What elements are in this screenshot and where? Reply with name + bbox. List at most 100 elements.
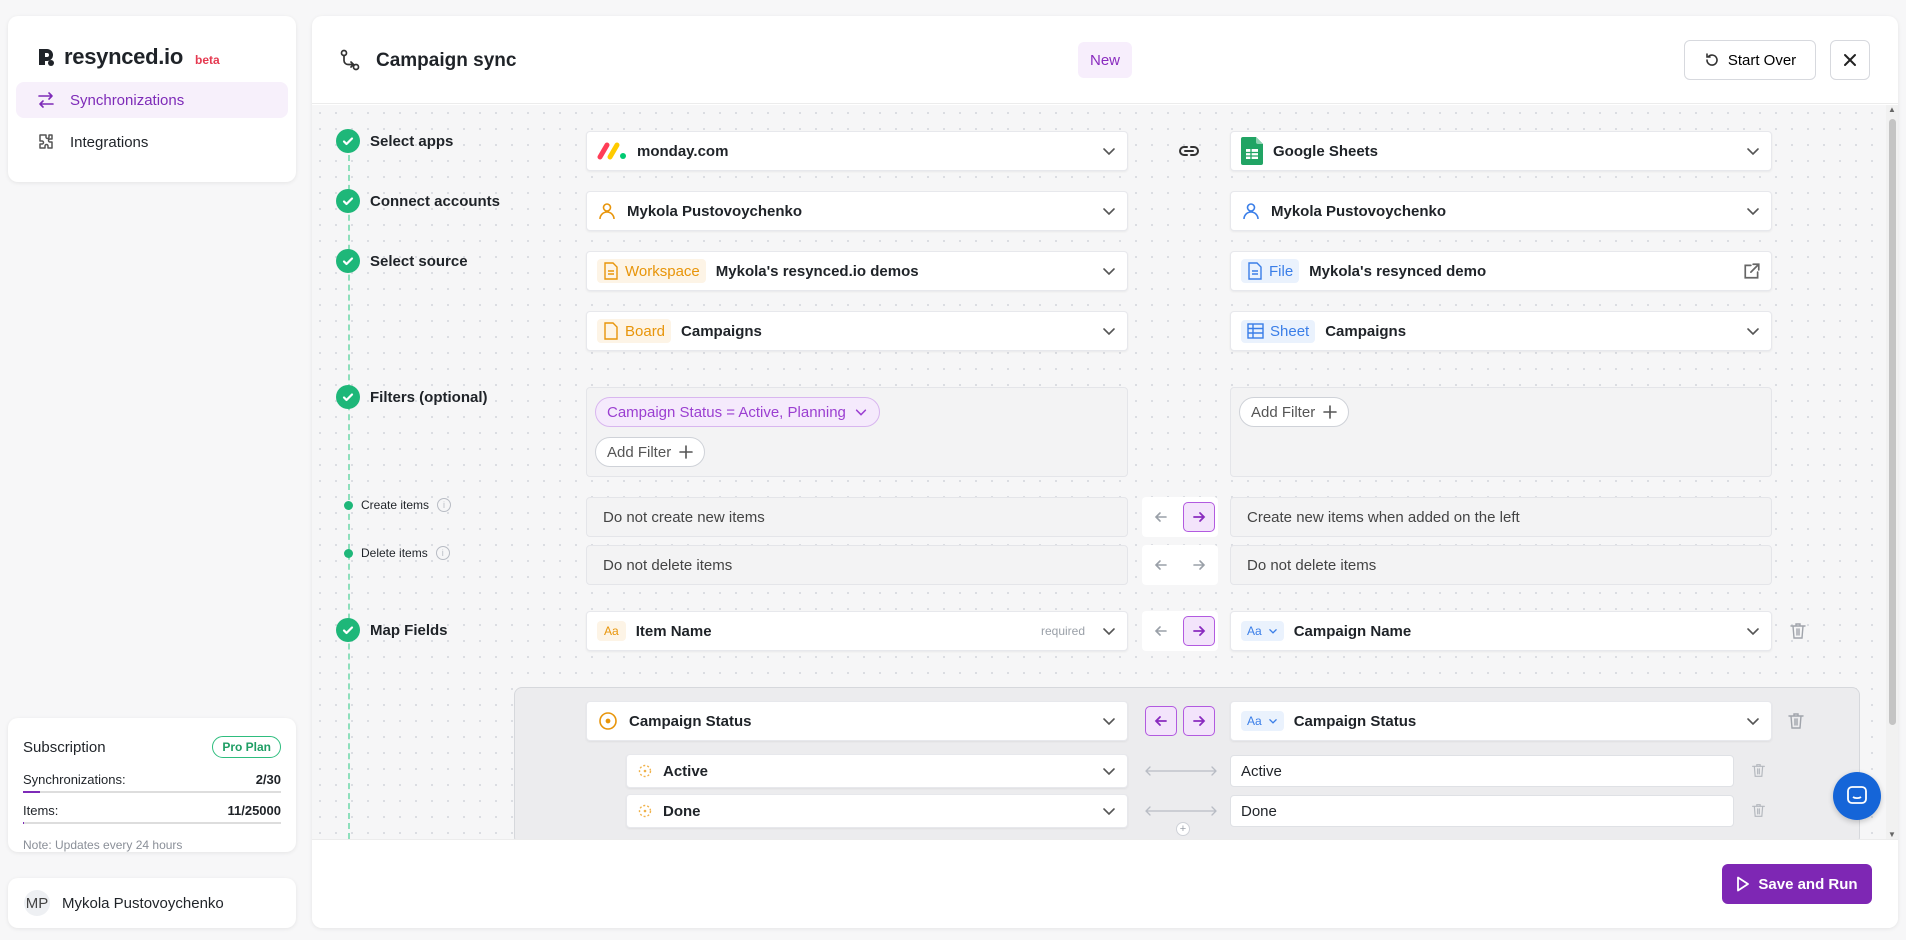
right-file-name: Mykola's resynced demo: [1309, 262, 1487, 280]
status-option-icon: [638, 804, 652, 818]
logo[interactable]: resynced.io beta: [16, 44, 288, 70]
user-icon: [599, 203, 615, 220]
field-type-dropdown[interactable]: Aa: [1241, 711, 1284, 731]
right-field-select[interactable]: Aa Campaign Name: [1230, 611, 1772, 651]
left-value-select[interactable]: Done: [626, 794, 1128, 828]
plan-badge[interactable]: Pro Plan: [212, 736, 281, 758]
arrow-right-button[interactable]: [1183, 616, 1215, 646]
chevron-down-icon: [1103, 208, 1115, 216]
step-label: Filters (optional): [370, 388, 488, 406]
right-value-input[interactable]: Done: [1230, 795, 1734, 827]
right-create-items-option[interactable]: Create new items when added on the left: [1230, 497, 1772, 537]
trash-icon[interactable]: [1751, 763, 1766, 778]
sheet-tag: Sheet: [1241, 319, 1316, 343]
add-filter-label: Add Filter: [607, 443, 672, 461]
text-type-icon: Aa: [597, 621, 626, 641]
left-create-items-option[interactable]: Do not create new items: [586, 497, 1128, 537]
arrow-right-icon: [1193, 626, 1206, 636]
table-icon: [1247, 323, 1264, 339]
right-account-select[interactable]: Mykola Pustovoychenko: [1230, 191, 1772, 231]
brand-name: resynced.io: [64, 44, 183, 69]
status-badge: New: [1078, 42, 1133, 78]
chat-widget-button[interactable]: [1833, 772, 1881, 820]
left-account-select[interactable]: Mykola Pustovoychenko: [586, 191, 1128, 231]
right-sheet-select[interactable]: Sheet Campaigns: [1230, 311, 1772, 351]
trash-icon[interactable]: [1787, 712, 1805, 730]
chevron-down-icon: [1747, 718, 1759, 726]
external-link-icon[interactable]: [1743, 262, 1761, 280]
arrow-left-button[interactable]: [1145, 502, 1177, 532]
info-icon[interactable]: i: [437, 498, 452, 512]
chevron-down-icon: [1103, 328, 1115, 336]
sidebar-nav: resynced.io beta Synchronizations Integr…: [8, 16, 296, 182]
right-app-select[interactable]: Google Sheets: [1230, 131, 1772, 171]
chevron-down-icon: [1103, 628, 1115, 636]
arrow-left-button[interactable]: [1145, 706, 1177, 736]
scroll-down-arrow[interactable]: ▼: [1888, 830, 1896, 839]
right-file-select[interactable]: File Mykola's resynced demo: [1230, 251, 1772, 291]
step-map-fields: Map Fields: [336, 618, 448, 642]
items-usage-value: 11/25000: [227, 803, 281, 818]
git-compare-icon: [340, 49, 360, 71]
close-button[interactable]: [1830, 40, 1870, 80]
scrollbar-thumb[interactable]: [1889, 119, 1896, 725]
board-tag-label: Board: [625, 322, 666, 340]
right-value-input[interactable]: Active: [1230, 755, 1734, 787]
arrow-left-button[interactable]: [1145, 550, 1177, 580]
status-option-icon: [638, 764, 652, 778]
add-mapping-button[interactable]: +: [1176, 822, 1190, 836]
subscription-card: Subscription Pro Plan Synchronizations: …: [8, 718, 296, 852]
page-footer: Save and Run: [312, 839, 1898, 928]
beta-badge: beta: [194, 53, 220, 67]
left-status-field-select[interactable]: Campaign Status: [586, 701, 1128, 741]
arrow-left-button[interactable]: [1145, 616, 1177, 646]
filter-chip[interactable]: Campaign Status = Active, Planning: [595, 397, 880, 427]
left-workspace-select[interactable]: Workspace Mykola's resynced.io demos: [586, 251, 1128, 291]
arrow-right-button[interactable]: [1183, 550, 1215, 580]
left-status-field-name: Campaign Status: [629, 712, 752, 730]
check-icon: [336, 618, 360, 642]
right-app-name: Google Sheets: [1273, 142, 1379, 160]
left-value-select[interactable]: Active: [626, 754, 1128, 788]
left-field-select[interactable]: Aa Item Name required: [586, 611, 1128, 651]
chevron-down-icon: [1268, 629, 1277, 634]
arrow-right-button[interactable]: [1183, 502, 1215, 532]
sync-usage-value: 2/30: [255, 772, 281, 787]
check-icon: [336, 189, 360, 213]
link-icon: [1179, 146, 1199, 156]
right-delete-items-option[interactable]: Do not delete items: [1230, 545, 1772, 585]
trash-icon[interactable]: [1789, 622, 1807, 640]
nav-item-integrations[interactable]: Integrations: [16, 124, 288, 160]
info-icon[interactable]: i: [435, 546, 450, 560]
left-app-select[interactable]: monday.com: [586, 131, 1128, 171]
left-delete-items-option[interactable]: Do not delete items: [586, 545, 1128, 585]
left-add-filter-button[interactable]: Add Filter: [595, 437, 706, 467]
left-filter-box: Campaign Status = Active, Planning Add F…: [586, 387, 1128, 477]
subscription-note: Note: Updates every 24 hours: [23, 838, 183, 852]
refresh-icon: [1706, 53, 1718, 66]
step-dot: [344, 500, 353, 510]
nav-item-synchronizations[interactable]: Synchronizations: [16, 82, 288, 118]
delete-direction-arrows: [1142, 545, 1218, 585]
required-label: required: [1040, 624, 1085, 638]
right-add-filter-button[interactable]: Add Filter: [1239, 397, 1350, 427]
chevron-down-icon: [1747, 148, 1759, 156]
subscription-title: Subscription: [23, 738, 106, 756]
field-direction-arrows: [1142, 611, 1218, 651]
scroll-up-arrow[interactable]: ▲: [1888, 105, 1896, 114]
save-and-run-button[interactable]: Save and Run: [1722, 864, 1872, 904]
arrow-left-icon: [1154, 716, 1167, 726]
left-board-select[interactable]: Board Campaigns: [586, 311, 1128, 351]
file-tag: File: [1241, 259, 1300, 283]
chevron-down-icon: [1268, 719, 1277, 724]
scrollbar[interactable]: ▲ ▼: [1886, 105, 1898, 839]
trash-icon[interactable]: [1751, 803, 1766, 818]
field-type-dropdown[interactable]: Aa: [1241, 621, 1284, 641]
start-over-button[interactable]: Start Over: [1684, 40, 1816, 80]
arrow-right-button[interactable]: [1183, 706, 1215, 736]
right-status-field-select[interactable]: Aa Campaign Status: [1230, 701, 1772, 741]
puzzle-icon: [39, 134, 53, 149]
user-card[interactable]: MP Mykola Pustovoychenko: [8, 878, 296, 928]
monday-logo-icon: [597, 142, 626, 160]
substep-create-items: Create items i: [344, 498, 452, 512]
